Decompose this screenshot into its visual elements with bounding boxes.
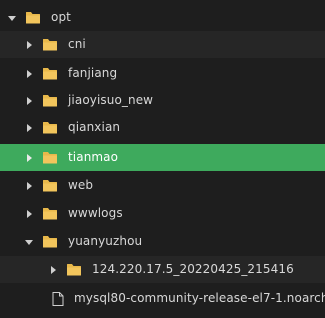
folder-icon — [42, 207, 58, 221]
tree-item-label: jiaoyisuo_new — [68, 93, 154, 107]
tree-item-label: mysql80-community-release-el7-1.noarch — [74, 291, 325, 305]
chevron-right-icon[interactable] — [46, 263, 60, 277]
folder-icon — [42, 235, 58, 249]
tree-item-opt[interactable]: opt — [0, 4, 325, 31]
file-icon — [50, 291, 66, 306]
tree-item-label: web — [68, 178, 94, 192]
chevron-right-icon[interactable] — [22, 151, 36, 165]
tree-item-backup-folder[interactable]: 124.220.17.5_20220425_215416 — [0, 256, 325, 283]
tree-item-label: 124.220.17.5_20220425_215416 — [92, 262, 294, 276]
chevron-right-icon[interactable] — [22, 121, 36, 135]
tree-item-label: yuanyuzhou — [68, 234, 143, 248]
folder-icon — [42, 179, 58, 193]
folder-icon — [42, 151, 58, 165]
tree-item-mysql80-file[interactable]: mysql80-community-release-el7-1.noarch — [0, 285, 325, 312]
tree-item-label: qianxian — [68, 120, 121, 134]
tree-item-wwwlogs[interactable]: wwwlogs — [0, 200, 325, 227]
tree-item-label: tianmao — [68, 150, 119, 164]
tree-item-label: opt — [51, 10, 71, 24]
folder-icon — [42, 67, 58, 81]
tree-item-qianxian[interactable]: qianxian — [0, 114, 325, 141]
chevron-right-icon[interactable] — [22, 38, 36, 52]
folder-icon — [42, 121, 58, 135]
tree-item-tianmao[interactable]: tianmao — [0, 144, 325, 171]
chevron-right-icon[interactable] — [22, 67, 36, 81]
tree-item-jiaoyisuo-new[interactable]: jiaoyisuo_new — [0, 87, 325, 114]
folder-icon — [66, 263, 82, 277]
chevron-down-icon[interactable] — [5, 11, 19, 25]
tree-item-yuanyuzhou[interactable]: yuanyuzhou — [0, 228, 325, 255]
folder-icon — [42, 94, 58, 108]
folder-icon — [25, 11, 41, 25]
folder-icon — [42, 38, 58, 52]
chevron-right-icon[interactable] — [22, 179, 36, 193]
file-tree: opt cni fanjiang jiaoyisuo_new qianxian … — [0, 0, 325, 318]
chevron-down-icon[interactable] — [22, 235, 36, 249]
tree-item-label: wwwlogs — [68, 206, 123, 220]
tree-item-web[interactable]: web — [0, 172, 325, 199]
tree-item-cni[interactable]: cni — [0, 31, 325, 58]
tree-item-fanjiang[interactable]: fanjiang — [0, 60, 325, 87]
chevron-right-icon[interactable] — [22, 207, 36, 221]
chevron-right-icon[interactable] — [22, 94, 36, 108]
tree-item-label: cni — [68, 37, 86, 51]
tree-item-label: fanjiang — [68, 66, 118, 80]
